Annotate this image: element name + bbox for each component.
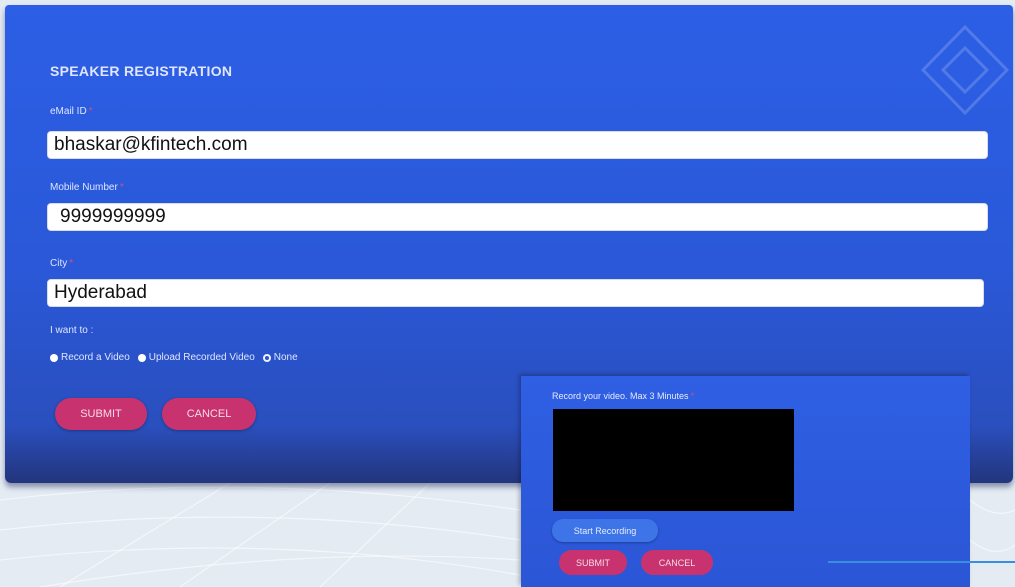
- radio-label: Record a Video: [61, 352, 130, 363]
- required-marker: *: [69, 258, 74, 269]
- video-preview: [553, 409, 794, 511]
- radio-none[interactable]: None: [262, 352, 298, 363]
- submit-button[interactable]: SUBMIT: [55, 398, 147, 430]
- intent-label: I want to :: [50, 325, 94, 336]
- page-title: SPEAKER REGISTRATION: [50, 63, 233, 79]
- required-marker: *: [690, 391, 695, 401]
- diamond-decoration-icon: [920, 24, 1010, 115]
- radio-selected-icon: [262, 353, 271, 362]
- video-recorder-panel: Record your video. Max 3 Minutes * Start …: [521, 376, 970, 587]
- mobile-label: Mobile Number *: [50, 182, 124, 193]
- city-field[interactable]: Hyderabad: [47, 279, 984, 307]
- radio-dot-icon: [50, 353, 58, 362]
- radio-label: None: [273, 352, 298, 363]
- recorder-submit-button[interactable]: SUBMIT: [559, 550, 627, 575]
- mobile-field[interactable]: 9999999999: [47, 203, 988, 231]
- radio-record-video[interactable]: Record a Video: [50, 352, 130, 363]
- email-label: eMail ID *: [50, 106, 93, 117]
- required-marker: *: [119, 182, 124, 193]
- accent-divider: [828, 561, 1015, 563]
- recorder-cancel-button[interactable]: CANCEL: [641, 550, 713, 575]
- video-option-group: Record a Video Upload Recorded Video Non…: [50, 352, 306, 363]
- start-recording-button[interactable]: Start Recording: [552, 519, 658, 542]
- email-field[interactable]: bhaskar@kfintech.com: [47, 131, 988, 159]
- city-label: City *: [50, 258, 74, 269]
- radio-label: Upload Recorded Video: [148, 352, 255, 363]
- recorder-label: Record your video. Max 3 Minutes *: [552, 391, 695, 401]
- required-marker: *: [88, 106, 93, 117]
- radio-upload-video[interactable]: Upload Recorded Video: [137, 352, 255, 363]
- cancel-button[interactable]: CANCEL: [162, 398, 256, 430]
- radio-dot-icon: [137, 353, 146, 362]
